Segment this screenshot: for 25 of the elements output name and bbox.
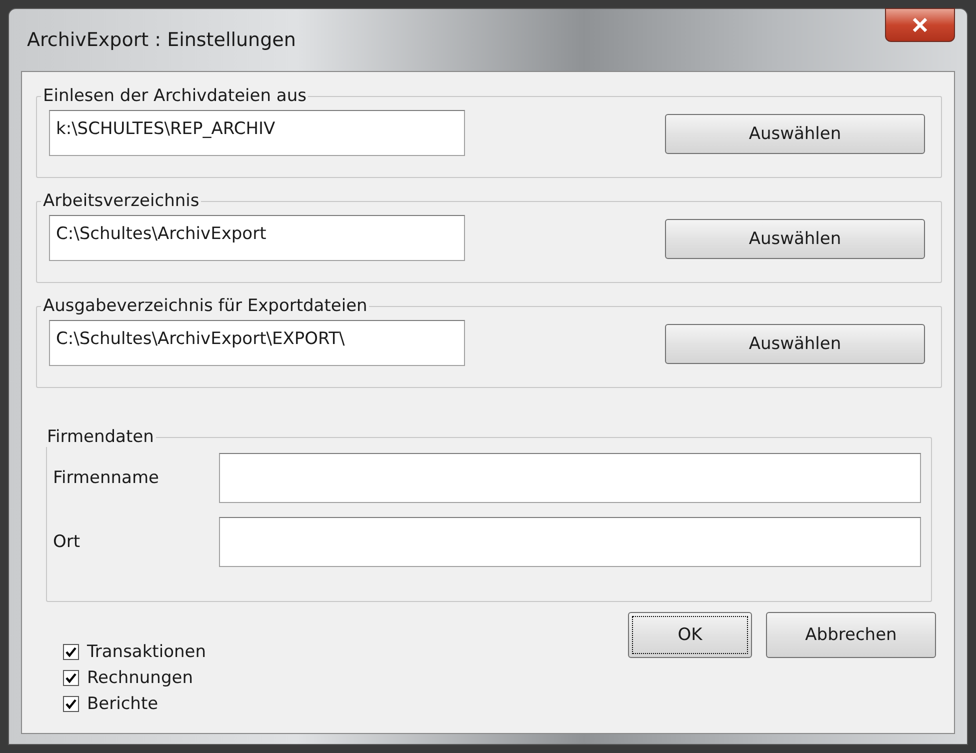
window-title: ArchivExport : Einstellungen — [26, 29, 296, 51]
checkbox[interactable] — [63, 644, 79, 660]
dialog-button[interactable]: Abbrechen — [766, 612, 936, 658]
checkbox-label: Rechnungen — [87, 668, 193, 688]
checkbox-label: Transaktionen — [87, 642, 206, 662]
checkbox[interactable] — [63, 670, 79, 686]
close-icon — [912, 18, 928, 32]
checkbox[interactable] — [63, 696, 79, 712]
select-button[interactable]: Auswählen — [665, 114, 925, 154]
field-label: Firmenname — [53, 468, 160, 488]
text-field[interactable] — [219, 517, 921, 567]
group-label: Firmendaten — [46, 427, 155, 447]
close-button[interactable] — [885, 8, 955, 42]
select-button[interactable]: Auswählen — [665, 324, 925, 364]
field-label: Ort — [53, 532, 82, 552]
checkbox-label: Berichte — [87, 694, 158, 714]
group-label: Arbeitsverzeichnis — [42, 191, 200, 211]
text-field[interactable] — [219, 453, 921, 503]
dialog-button[interactable]: OK — [628, 612, 752, 658]
path-field[interactable]: C:\Schultes\ArchivExport\EXPORT\ — [49, 320, 465, 366]
group-label: Einlesen der Archivdateien aus — [42, 86, 308, 106]
path-field[interactable]: C:\Schultes\ArchivExport — [49, 215, 465, 261]
group-label: Ausgabeverzeichnis für Exportdateien — [42, 296, 368, 316]
select-button[interactable]: Auswählen — [665, 219, 925, 259]
path-field[interactable]: k:\SCHULTES\REP_ARCHIV — [49, 110, 465, 156]
